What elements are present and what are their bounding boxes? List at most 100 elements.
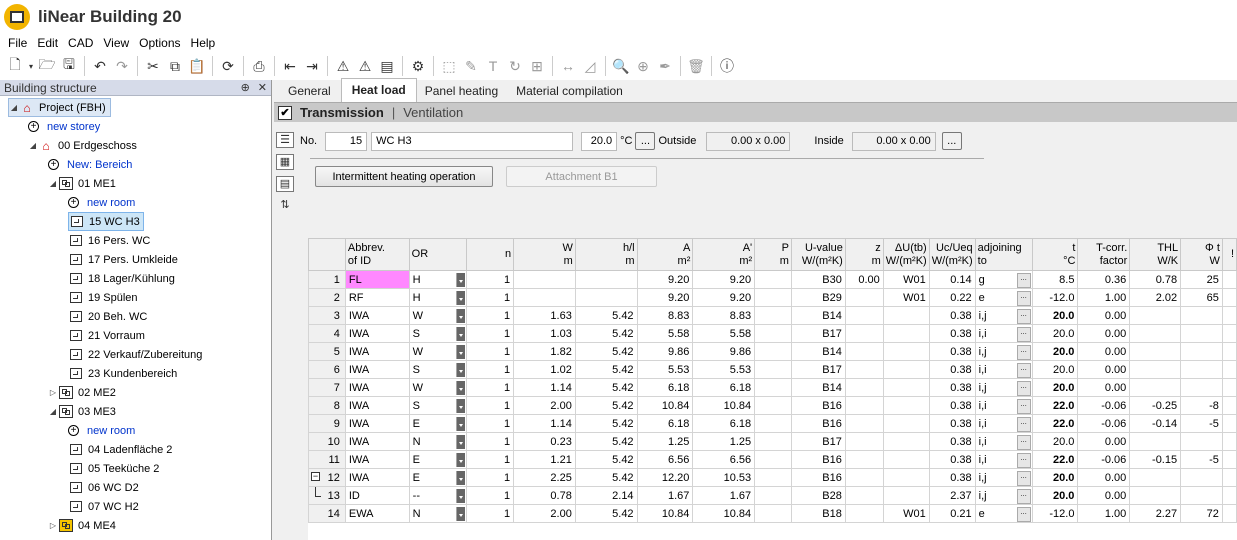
cell-p[interactable] [754, 432, 792, 451]
cell-u[interactable]: B17 [790, 324, 846, 343]
cell-adj[interactable]: i,i [974, 432, 1033, 451]
cell-du[interactable] [882, 306, 930, 325]
column-header[interactable]: U-value W/(m²K) [790, 238, 846, 271]
column-header[interactable]: ΔU(tb) W/(m²K) [882, 238, 930, 271]
cell-cnt[interactable]: 1 [466, 324, 515, 343]
cell-p[interactable] [754, 504, 792, 523]
cell-or[interactable]: E [408, 468, 468, 487]
tree-item[interactable]: 15 WC H3 [68, 212, 144, 231]
cell-du[interactable] [882, 342, 930, 361]
collapse-group-icon[interactable]: − [311, 472, 320, 481]
pencil-icon[interactable]: ✎ [460, 55, 482, 77]
cell-or[interactable]: W [408, 378, 468, 397]
tree-item[interactable]: 20 Beh. WC [68, 307, 147, 326]
column-header[interactable]: n [466, 238, 515, 271]
column-header[interactable]: THL W/K [1129, 238, 1182, 271]
cell-du[interactable] [882, 360, 930, 379]
cell-t[interactable]: 22.0 [1031, 450, 1079, 469]
room-number-input[interactable]: 15 [325, 131, 368, 151]
column-header[interactable]: Φ tW [1180, 238, 1223, 271]
cell-abbr[interactable]: FL [344, 270, 410, 289]
column-header[interactable]: Am² [636, 238, 694, 271]
detail-view-icon[interactable]: ▦ [276, 154, 294, 170]
table-row[interactable]: 8IWAS12.005.4210.8410.84B160.38i,i22.0-0… [308, 396, 1237, 415]
menu-options[interactable]: Options [134, 36, 185, 50]
cell-t[interactable]: 20.0 [1031, 378, 1079, 397]
cell-abbr[interactable]: IWA [344, 432, 410, 451]
cell-u[interactable]: B18 [790, 504, 846, 523]
menu-edit[interactable]: Edit [32, 36, 63, 50]
warning-icon[interactable]: ⚠ [332, 55, 354, 77]
table-row[interactable]: −12IWAE12.255.4212.2010.53B160.38i,j20.0… [308, 468, 1237, 487]
cell-t[interactable]: 8.5 [1031, 270, 1079, 289]
dropdown-arrow-icon[interactable]: ▾ [26, 55, 36, 77]
cell-abbr[interactable]: EWA [344, 504, 410, 523]
cell-z[interactable] [844, 504, 884, 523]
cell-p[interactable] [754, 450, 792, 469]
cell-u[interactable]: B16 [790, 396, 846, 415]
structure-icon[interactable]: ⊞ [526, 55, 548, 77]
open-folder-icon[interactable]: 🗁 [36, 55, 58, 77]
cell-t[interactable]: 20.0 [1031, 324, 1079, 343]
cell-u[interactable]: B14 [790, 378, 846, 397]
table-row[interactable]: 4IWAS11.035.425.585.58B170.38i,i20.00.00 [308, 324, 1237, 343]
cell-w[interactable] [513, 270, 576, 289]
cell-abbr[interactable]: IWA [344, 378, 410, 397]
import-icon[interactable]: ⇤ [279, 55, 301, 77]
cell-cnt[interactable]: 1 [466, 270, 515, 289]
cell-h[interactable] [574, 288, 638, 307]
cell-cnt[interactable]: 1 [466, 504, 515, 523]
tree-item[interactable]: 21 Vorraum [68, 326, 145, 345]
cell-du[interactable] [882, 450, 930, 469]
table-row[interactable]: 7IWAW11.145.426.186.18B140.38i,j20.00.00 [308, 378, 1237, 397]
cell-u[interactable]: B29 [790, 288, 846, 307]
cell-u[interactable]: B28 [790, 486, 846, 505]
save-icon[interactable]: 🖫 [58, 55, 80, 77]
cell-adj[interactable]: g [974, 270, 1033, 289]
cell-w[interactable]: 2.00 [513, 504, 576, 523]
cell-p[interactable] [754, 324, 792, 343]
cell-abbr[interactable]: RF [344, 288, 410, 307]
cell-du[interactable] [882, 468, 930, 487]
cell-w[interactable] [513, 288, 576, 307]
expand-arrow-icon[interactable]: ▷ [48, 388, 58, 397]
column-header[interactable]: Pm [754, 238, 792, 271]
cell-t[interactable]: 22.0 [1031, 396, 1079, 415]
cell-u[interactable]: B14 [790, 342, 846, 361]
tree-item[interactable]: ▷ 04 ME4 [48, 516, 116, 535]
cell-w[interactable]: 2.25 [513, 468, 576, 487]
expand-arrow-icon[interactable]: ▷ [48, 521, 58, 530]
cell-z[interactable] [844, 450, 884, 469]
swap-icon[interactable]: ⇅ [276, 198, 294, 214]
tree-item[interactable]: ◢ 03 ME3 [48, 402, 116, 421]
column-header[interactable]: t °C [1031, 238, 1079, 271]
cell-p[interactable] [754, 306, 792, 325]
cell-adj[interactable]: e [974, 504, 1033, 523]
cell-cnt[interactable]: 1 [466, 396, 515, 415]
cell-h[interactable]: 5.42 [574, 414, 638, 433]
cell-du[interactable] [882, 432, 930, 451]
column-header[interactable]: Uc/Ueq W/(m²K) [928, 238, 976, 271]
cell-abbr[interactable]: IWA [344, 360, 410, 379]
cell-cnt[interactable]: 1 [466, 306, 515, 325]
cell-or[interactable]: S [408, 360, 468, 379]
cell-t[interactable]: 20.0 [1031, 432, 1079, 451]
tree-add-item[interactable]: + new room [68, 421, 135, 440]
tree-add-item[interactable]: + new room [68, 193, 135, 212]
cell-or[interactable]: N [408, 432, 468, 451]
tab-general[interactable]: General [280, 81, 341, 102]
list-view-icon[interactable]: ☰ [276, 132, 294, 148]
cell-h[interactable]: 5.42 [574, 360, 638, 379]
cell-h[interactable]: 2.14 [574, 486, 638, 505]
cell-z[interactable] [844, 432, 884, 451]
tree-add-item[interactable]: + New: Bereich [48, 155, 132, 174]
cell-z[interactable] [844, 486, 884, 505]
cell-z[interactable] [844, 342, 884, 361]
cell-abbr[interactable]: IWA [344, 414, 410, 433]
cell-z[interactable] [844, 414, 884, 433]
cell-adj[interactable]: i,j [974, 342, 1033, 361]
cell-adj[interactable]: i,i [974, 360, 1033, 379]
close-icon[interactable]: ✕ [258, 81, 267, 94]
cell-adj[interactable]: i,j [974, 468, 1033, 487]
column-header[interactable]: T-corr. factor [1077, 238, 1131, 271]
